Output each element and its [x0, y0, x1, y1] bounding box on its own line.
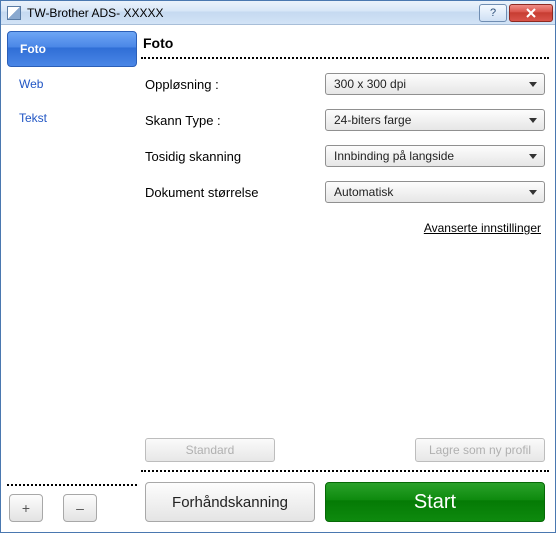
button-label: Lagre som ny profil — [429, 443, 531, 457]
dropdown-value: 300 x 300 dpi — [334, 77, 406, 91]
doc-size-dropdown[interactable]: Automatisk — [325, 181, 545, 203]
titlebar: TW-Brother ADS- XXXXX ? — [1, 1, 555, 25]
scan-type-label: Skann Type : — [145, 113, 325, 128]
mid-buttons: Standard Lagre som ny profil — [141, 438, 549, 470]
window-title: TW-Brother ADS- XXXXX — [27, 6, 479, 20]
profile-buttons: + – — [7, 494, 137, 526]
start-button[interactable]: Start — [325, 482, 545, 522]
panel-title: Foto — [141, 31, 549, 57]
button-label: Standard — [186, 443, 235, 457]
row-scan-type: Skann Type : 24-biters farge — [145, 109, 545, 131]
app-icon — [7, 6, 21, 20]
tab-tekst[interactable]: Tekst — [7, 101, 137, 135]
close-icon — [526, 8, 536, 18]
settings-area: Oppløsning : 300 x 300 dpi Skann Type : … — [141, 59, 549, 438]
duplex-dropdown[interactable]: Innbinding på langside — [325, 145, 545, 167]
tab-label: Foto — [20, 42, 46, 56]
help-button[interactable]: ? — [479, 4, 507, 22]
scan-type-dropdown[interactable]: 24-biters farge — [325, 109, 545, 131]
sidebar: Foto Web Tekst + – — [7, 31, 137, 526]
bottom-buttons: Forhåndskanning Start — [141, 472, 549, 526]
remove-profile-button[interactable]: – — [63, 494, 97, 522]
dialog-body: Foto Web Tekst + – Foto — [1, 25, 555, 532]
content-panel: Foto Oppløsning : 300 x 300 dpi Skann Ty… — [141, 31, 549, 526]
dropdown-value: Innbinding på langside — [334, 149, 454, 163]
preview-button[interactable]: Forhåndskanning — [145, 482, 315, 522]
tab-label: Web — [19, 77, 43, 91]
resolution-label: Oppløsning : — [145, 77, 325, 92]
close-button[interactable] — [509, 4, 553, 22]
tab-web[interactable]: Web — [7, 67, 137, 101]
row-duplex: Tosidig skanning Innbinding på langside — [145, 145, 545, 167]
row-doc-size: Dokument størrelse Automatisk — [145, 181, 545, 203]
dropdown-value: Automatisk — [334, 185, 393, 199]
button-label: Forhåndskanning — [172, 494, 288, 511]
titlebar-controls: ? — [479, 4, 553, 22]
add-profile-button[interactable]: + — [9, 494, 43, 522]
resolution-dropdown[interactable]: 300 x 300 dpi — [325, 73, 545, 95]
tab-foto[interactable]: Foto — [7, 31, 137, 67]
doc-size-label: Dokument størrelse — [145, 185, 325, 200]
button-label: Start — [414, 491, 456, 514]
save-profile-button[interactable]: Lagre som ny profil — [415, 438, 545, 462]
plus-icon: + — [22, 500, 30, 516]
duplex-label: Tosidig skanning — [145, 149, 325, 164]
row-resolution: Oppløsning : 300 x 300 dpi — [145, 73, 545, 95]
tab-label: Tekst — [19, 111, 47, 125]
standard-button[interactable]: Standard — [145, 438, 275, 462]
scanner-dialog: TW-Brother ADS- XXXXX ? Foto Web Te — [0, 0, 556, 533]
advanced-settings-link[interactable]: Avanserte innstillinger — [424, 221, 541, 235]
dropdown-value: 24-biters farge — [334, 113, 411, 127]
profile-tabs: Foto Web Tekst — [7, 31, 137, 486]
minus-icon: – — [76, 500, 84, 516]
advanced-row: Avanserte innstillinger — [145, 217, 545, 235]
